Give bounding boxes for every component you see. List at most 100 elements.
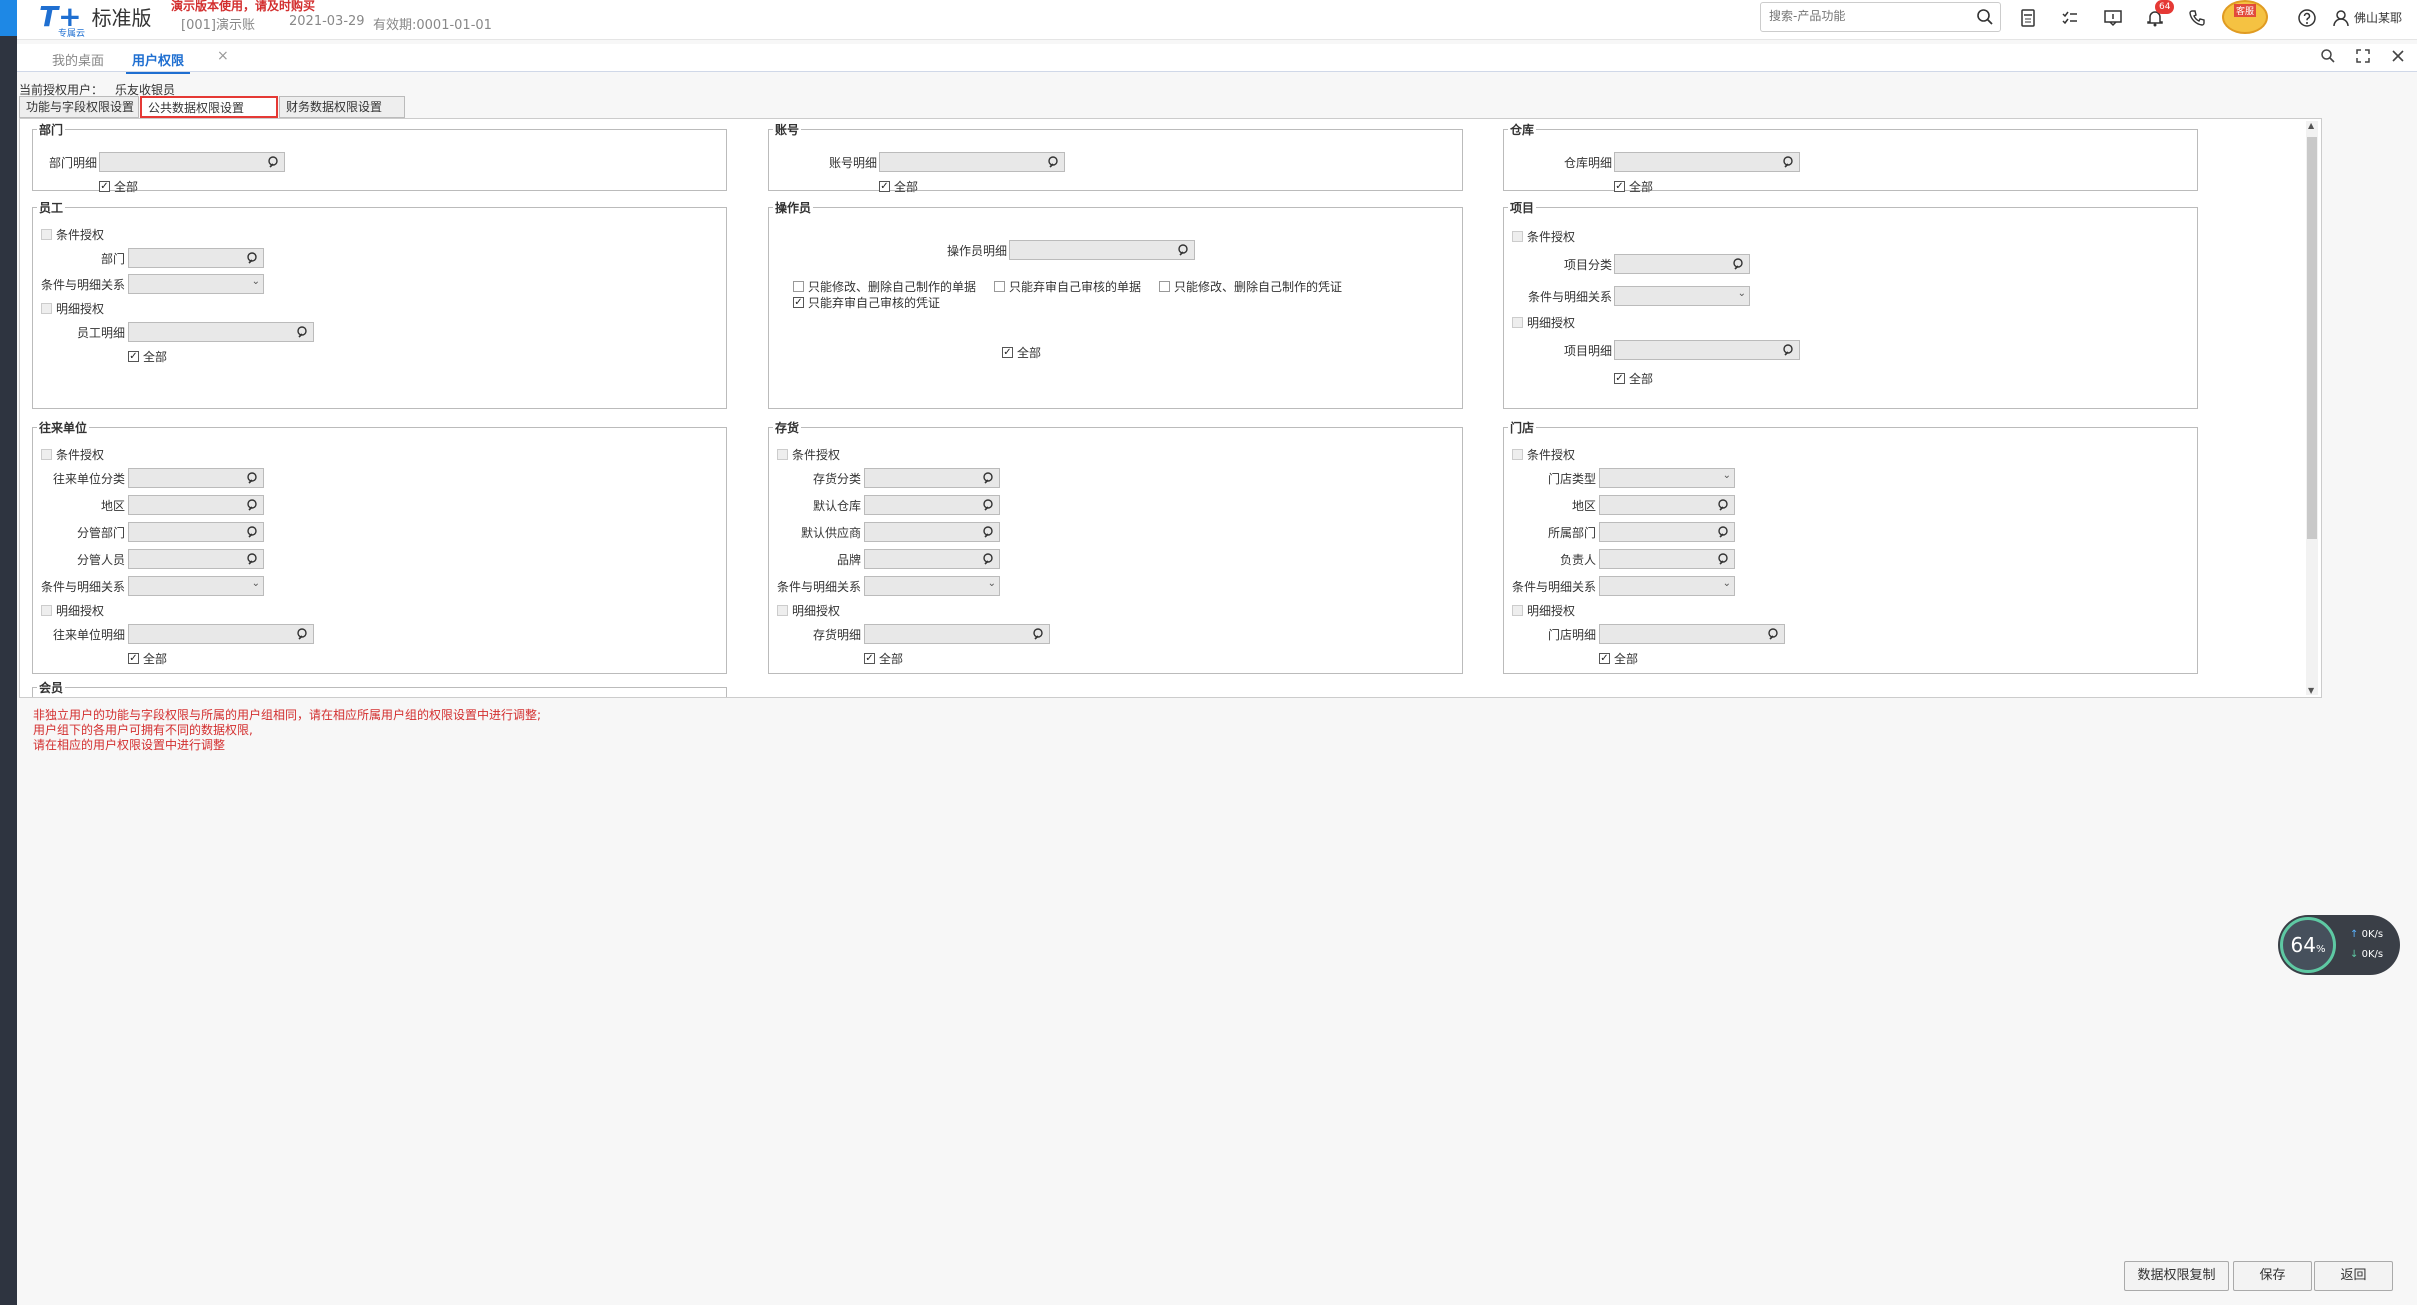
checkbox[interactable]: ✓	[128, 653, 139, 664]
customer-service-avatar[interactable]: 客服	[2222, 0, 2268, 34]
operator-opt2-check[interactable]: 只能弃审自己审核的单据	[994, 278, 1141, 295]
store-all-check[interactable]: ✓ 全部	[1599, 650, 1638, 667]
project-all-check[interactable]: ✓ 全部	[1614, 370, 1653, 387]
lookup-icon[interactable]	[1717, 525, 1731, 539]
project-detail-auth-check[interactable]: 明细授权	[1512, 314, 1575, 331]
partner-detail-input[interactable]	[128, 624, 314, 644]
checkbox[interactable]: ✓	[99, 181, 110, 192]
calculator-icon[interactable]	[2018, 8, 2038, 28]
dept-all-check[interactable]: ✓ 全部	[99, 178, 138, 195]
chevron-down-icon[interactable]: ⌄	[1723, 470, 1731, 481]
lookup-icon[interactable]	[1767, 627, 1781, 641]
tab-close-icon[interactable]: ×	[217, 48, 229, 64]
store-detail-input[interactable]	[1599, 624, 1785, 644]
scroll-thumb[interactable]	[2307, 137, 2317, 539]
phone-icon[interactable]	[2188, 8, 2208, 28]
checkbox[interactable]	[1512, 231, 1523, 242]
tab-search-icon[interactable]	[2320, 48, 2336, 64]
partner-all-check[interactable]: ✓ 全部	[128, 650, 167, 667]
checkbox[interactable]	[41, 229, 52, 240]
lookup-icon[interactable]	[246, 251, 260, 265]
lookup-icon[interactable]	[1717, 498, 1731, 512]
lookup-icon[interactable]	[982, 471, 996, 485]
checkbox[interactable]	[777, 449, 788, 460]
lookup-icon[interactable]	[296, 627, 310, 641]
project-category-input[interactable]	[1614, 254, 1750, 274]
inventory-cond-auth-check[interactable]: 条件授权	[777, 446, 840, 463]
checkbox[interactable]	[1512, 605, 1523, 616]
back-button[interactable]: 返回	[2314, 1261, 2393, 1291]
inventory-brand-input[interactable]	[864, 549, 1000, 569]
checkbox[interactable]	[994, 281, 1005, 292]
checkbox[interactable]	[41, 449, 52, 460]
checkbox[interactable]: ✓	[128, 351, 139, 362]
lookup-icon[interactable]	[267, 155, 281, 169]
lookup-icon[interactable]	[1782, 155, 1796, 169]
partner-staff-input[interactable]	[128, 549, 264, 569]
checkbox[interactable]: ✓	[1599, 653, 1610, 664]
store-region-input[interactable]	[1599, 495, 1735, 515]
account-detail-input[interactable]	[879, 152, 1065, 172]
checkbox[interactable]	[1512, 317, 1523, 328]
dept-detail-input[interactable]	[99, 152, 285, 172]
scroll-down-icon[interactable]: ▼	[2308, 686, 2314, 695]
checkbox[interactable]: ✓	[864, 653, 875, 664]
partner-relation-select[interactable]: ⌄	[128, 576, 264, 596]
checkbox[interactable]	[41, 303, 52, 314]
brand-logo[interactable]: T+ 专属云 标准版	[39, 2, 152, 39]
panel-scrollbar[interactable]: ▲ ▼	[2306, 121, 2318, 695]
demo-warning[interactable]: 演示版本使用，请及时购买	[171, 0, 315, 14]
checklist-icon[interactable]	[2060, 8, 2080, 28]
lookup-icon[interactable]	[246, 471, 260, 485]
partner-dept-input[interactable]	[128, 522, 264, 542]
operator-opt1-check[interactable]: 只能修改、删除自己制作的单据	[793, 278, 976, 295]
operator-opt4-check[interactable]: ✓ 只能弃审自己审核的凭证	[793, 294, 940, 311]
search-input[interactable]	[1769, 9, 1969, 23]
checkbox[interactable]: ✓	[1002, 347, 1013, 358]
lookup-icon[interactable]	[246, 498, 260, 512]
lookup-icon[interactable]	[1717, 552, 1731, 566]
employee-all-check[interactable]: ✓ 全部	[128, 348, 167, 365]
username[interactable]: 佛山某耶	[2354, 9, 2402, 26]
inventory-category-input[interactable]	[864, 468, 1000, 488]
inventory-all-check[interactable]: ✓ 全部	[864, 650, 903, 667]
close-all-icon[interactable]	[2390, 48, 2406, 64]
store-type-select[interactable]: ⌄	[1599, 468, 1735, 488]
inventory-detail-input[interactable]	[864, 624, 1050, 644]
store-cond-auth-check[interactable]: 条件授权	[1512, 446, 1575, 463]
warehouse-all-check[interactable]: ✓ 全部	[1614, 178, 1653, 195]
user-icon[interactable]	[2331, 8, 2351, 28]
employee-dept-input[interactable]	[128, 248, 264, 268]
checkbox[interactable]	[41, 605, 52, 616]
warehouse-detail-input[interactable]	[1614, 152, 1800, 172]
chevron-down-icon[interactable]: ⌄	[252, 578, 260, 589]
partner-category-input[interactable]	[128, 468, 264, 488]
inventory-detail-auth-check[interactable]: 明细授权	[777, 602, 840, 619]
checkbox[interactable]	[1159, 281, 1170, 292]
partner-region-input[interactable]	[128, 495, 264, 515]
network-speed-widget[interactable]: 64% ↑ 0K/s ↓ 0K/s	[2278, 915, 2400, 975]
search-icon[interactable]	[1976, 8, 1994, 26]
lookup-icon[interactable]	[246, 552, 260, 566]
subtab-finance-data[interactable]: 财务数据权限设置	[279, 96, 405, 118]
lookup-icon[interactable]	[982, 552, 996, 566]
lookup-icon[interactable]	[1782, 343, 1796, 357]
chevron-down-icon[interactable]: ⌄	[1723, 578, 1731, 589]
account-label[interactable]: [001]演示账	[181, 14, 255, 33]
store-relation-select[interactable]: ⌄	[1599, 576, 1735, 596]
checkbox[interactable]	[793, 281, 804, 292]
project-detail-input[interactable]	[1614, 340, 1800, 360]
project-cond-auth-check[interactable]: 条件授权	[1512, 228, 1575, 245]
partner-detail-auth-check[interactable]: 明细授权	[41, 602, 104, 619]
lookup-icon[interactable]	[1032, 627, 1046, 641]
checkbox[interactable]: ✓	[1614, 181, 1625, 192]
checkbox[interactable]: ✓	[879, 181, 890, 192]
employee-cond-auth-check[interactable]: 条件授权	[41, 226, 104, 243]
store-manager-input[interactable]	[1599, 549, 1735, 569]
project-relation-select[interactable]: ⌄	[1614, 286, 1750, 306]
employee-detail-input[interactable]	[128, 322, 314, 342]
store-detail-auth-check[interactable]: 明细授权	[1512, 602, 1575, 619]
employee-detail-auth-check[interactable]: 明细授权	[41, 300, 104, 317]
lookup-icon[interactable]	[296, 325, 310, 339]
operator-opt3-check[interactable]: 只能修改、删除自己制作的凭证	[1159, 278, 1342, 295]
